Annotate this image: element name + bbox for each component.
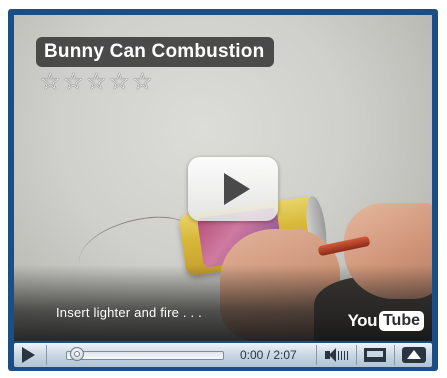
big-play-button[interactable]	[188, 157, 278, 221]
seek-bar[interactable]	[66, 351, 224, 360]
star-icon[interactable]: ☆	[109, 71, 132, 94]
play-icon	[224, 173, 250, 205]
rating-stars[interactable]: ☆ ☆ ☆ ☆ ☆	[40, 71, 155, 94]
time-display: 0:00 / 2:07	[240, 348, 297, 362]
youtube-logo[interactable]: You Tube	[348, 311, 424, 331]
volume-button[interactable]	[322, 345, 350, 365]
volume-level	[338, 351, 348, 360]
divider	[356, 345, 357, 365]
play-button[interactable]	[22, 347, 35, 363]
divider	[394, 345, 395, 365]
fullscreen-button[interactable]	[402, 347, 426, 363]
volume-cone	[329, 348, 336, 362]
video-player: Bunny Can Combustion ☆ ☆ ☆ ☆ ☆ Insert li…	[8, 9, 438, 371]
logo-tube-text: Tube	[378, 311, 424, 331]
video-caption: Insert lighter and fire . . .	[56, 305, 202, 320]
control-bar: 0:00 / 2:07	[14, 343, 432, 367]
star-icon[interactable]: ☆	[86, 71, 109, 94]
seek-handle[interactable]	[70, 347, 84, 361]
window-size-button[interactable]	[364, 348, 386, 362]
logo-you-text: You	[347, 311, 378, 330]
video-area[interactable]: Bunny Can Combustion ☆ ☆ ☆ ☆ ☆ Insert li…	[14, 15, 432, 341]
divider	[46, 345, 47, 365]
expand-up-icon	[407, 350, 421, 359]
star-icon[interactable]: ☆	[40, 71, 63, 94]
video-title[interactable]: Bunny Can Combustion	[36, 37, 275, 67]
star-icon[interactable]: ☆	[132, 71, 155, 94]
divider	[316, 345, 317, 365]
star-icon[interactable]: ☆	[63, 71, 86, 94]
